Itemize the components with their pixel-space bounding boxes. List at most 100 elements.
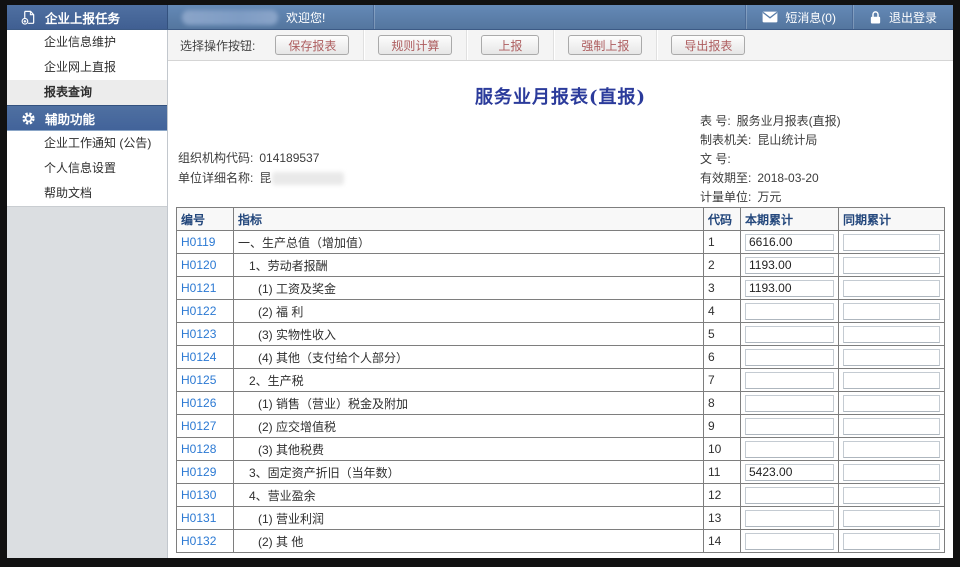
prior-period-input[interactable] <box>843 395 940 412</box>
row-id-link[interactable]: H0125 <box>181 373 216 387</box>
row-id-link[interactable]: H0128 <box>181 442 216 456</box>
row-id-link[interactable]: H0130 <box>181 488 216 502</box>
row-id-link[interactable]: H0131 <box>181 511 216 525</box>
table-row: H0130 4、营业盈余 12 <box>177 484 945 507</box>
sidebar-item-enterprise-info[interactable]: 企业信息维护 <box>7 30 167 55</box>
row-code: 1 <box>704 231 741 254</box>
prior-period-input[interactable] <box>843 533 940 550</box>
top-bar-right: 欢迎您! 短消息(0) <box>168 5 953 29</box>
row-id-link[interactable]: H0132 <box>181 534 216 548</box>
messages-button[interactable]: 短消息(0) <box>746 5 852 29</box>
sidebar-item-report-query[interactable]: 报表查询 <box>7 80 167 105</box>
sidebar-section-enterprise-tasks[interactable]: 企业上报任务 <box>7 5 168 29</box>
report-table-body: H0119 一、生产总值（增加值） 1 H0120 1、劳动者报酬 2 H012… <box>177 231 945 553</box>
current-period-input[interactable] <box>745 418 834 435</box>
sidebar-filler <box>7 206 167 558</box>
row-id-link[interactable]: H0127 <box>181 419 216 433</box>
submit-button[interactable]: 上报 <box>481 35 539 55</box>
header-current-period: 本期累计 <box>741 208 839 231</box>
current-period-input[interactable] <box>745 441 834 458</box>
row-code: 14 <box>704 530 741 553</box>
prior-period-input[interactable] <box>843 349 940 366</box>
table-row: H0120 1、劳动者报酬 2 <box>177 254 945 277</box>
sidebar-item-work-notice[interactable]: 企业工作通知 (公告) <box>7 131 167 156</box>
org-code-value: 014189537 <box>259 148 319 168</box>
rule-calc-button[interactable]: 规则计算 <box>378 35 452 55</box>
sidebar-item-help-docs[interactable]: 帮助文档 <box>7 181 167 206</box>
row-id-link[interactable]: H0129 <box>181 465 216 479</box>
prior-period-input[interactable] <box>843 464 940 481</box>
row-id-link[interactable]: H0121 <box>181 281 216 295</box>
prior-period-input[interactable] <box>843 372 940 389</box>
current-period-input[interactable] <box>745 510 834 527</box>
prior-period-input[interactable] <box>843 280 940 297</box>
meta-value: 昆山统计局 <box>757 133 817 147</box>
current-period-input[interactable] <box>745 487 834 504</box>
row-id-link[interactable]: H0120 <box>181 258 216 272</box>
table-row: H0132 (2) 其 他 14 <box>177 530 945 553</box>
current-period-input[interactable] <box>745 464 834 481</box>
meta-label: 制表机关: <box>700 133 751 147</box>
row-indicator: (3) 实物性收入 <box>238 328 336 342</box>
save-report-button[interactable]: 保存报表 <box>275 35 349 55</box>
row-indicator: (1) 工资及奖金 <box>238 282 336 296</box>
row-code: 4 <box>704 300 741 323</box>
current-period-input[interactable] <box>745 395 834 412</box>
gear-icon <box>21 111 36 126</box>
meta-value: 万元 <box>757 190 781 204</box>
current-period-input[interactable] <box>745 326 834 343</box>
table-row: H0124 (4) 其他（支付给个人部分） 6 <box>177 346 945 369</box>
current-period-input[interactable] <box>745 257 834 274</box>
prior-period-input[interactable] <box>843 441 940 458</box>
unit-name-value: 昆 <box>259 168 271 188</box>
current-period-input[interactable] <box>745 234 834 251</box>
prior-period-input[interactable] <box>843 487 940 504</box>
meta-label: 有效期至: <box>700 171 751 185</box>
meta-value: 服务业月报表(直报) <box>737 114 841 128</box>
meta-value: 2018-03-20 <box>757 171 818 185</box>
prior-period-input[interactable] <box>843 510 940 527</box>
current-period-input[interactable] <box>745 280 834 297</box>
export-report-button[interactable]: 导出报表 <box>671 35 745 55</box>
table-row: H0129 3、固定资产折旧（当年数） 11 <box>177 461 945 484</box>
logout-button[interactable]: 退出登录 <box>853 5 953 29</box>
sidebar-section-aux-functions[interactable]: 辅助功能 <box>7 105 167 131</box>
lock-icon <box>869 10 882 25</box>
row-code: 6 <box>704 346 741 369</box>
prior-period-input[interactable] <box>843 234 940 251</box>
row-id-link[interactable]: H0126 <box>181 396 216 410</box>
row-id-link[interactable]: H0119 <box>181 235 215 249</box>
row-indicator: 4、营业盈余 <box>238 489 316 503</box>
welcome-text: 欢迎您! <box>286 9 325 26</box>
current-period-input[interactable] <box>745 372 834 389</box>
row-indicator: (4) 其他（支付给个人部分） <box>238 351 408 365</box>
table-row: H0126 (1) 销售（营业）税金及附加 8 <box>177 392 945 415</box>
current-period-input[interactable] <box>745 303 834 320</box>
row-indicator: 3、固定资产折旧（当年数） <box>238 466 400 480</box>
row-id-link[interactable]: H0123 <box>181 327 216 341</box>
toolbar-divider <box>363 30 364 60</box>
report-table: 编号 指标 代码 本期累计 同期累计 H0119 一、生产总值（增加值） 1 H… <box>176 207 945 553</box>
prior-period-input[interactable] <box>843 418 940 435</box>
force-submit-button[interactable]: 强制上报 <box>568 35 642 55</box>
toolbar-label: 选择操作按钮: <box>180 37 255 54</box>
prior-period-input[interactable] <box>843 257 940 274</box>
sidebar-item-online-report[interactable]: 企业网上直报 <box>7 55 167 80</box>
table-row: H0123 (3) 实物性收入 5 <box>177 323 945 346</box>
toolbar-divider <box>553 30 554 60</box>
current-period-input[interactable] <box>745 349 834 366</box>
current-period-input[interactable] <box>745 533 834 550</box>
row-id-link[interactable]: H0124 <box>181 350 216 364</box>
section-title: 辅助功能 <box>45 109 95 128</box>
prior-period-input[interactable] <box>843 326 940 343</box>
header-id: 编号 <box>177 208 234 231</box>
meta-label: 文 号: <box>700 152 731 166</box>
row-id-link[interactable]: H0122 <box>181 304 216 318</box>
row-indicator: (3) 其他税费 <box>238 443 324 457</box>
logout-label: 退出登录 <box>889 9 937 26</box>
row-code: 10 <box>704 438 741 461</box>
table-row: H0119 一、生产总值（增加值） 1 <box>177 231 945 254</box>
prior-period-input[interactable] <box>843 303 940 320</box>
row-code: 2 <box>704 254 741 277</box>
sidebar-item-personal-settings[interactable]: 个人信息设置 <box>7 156 167 181</box>
